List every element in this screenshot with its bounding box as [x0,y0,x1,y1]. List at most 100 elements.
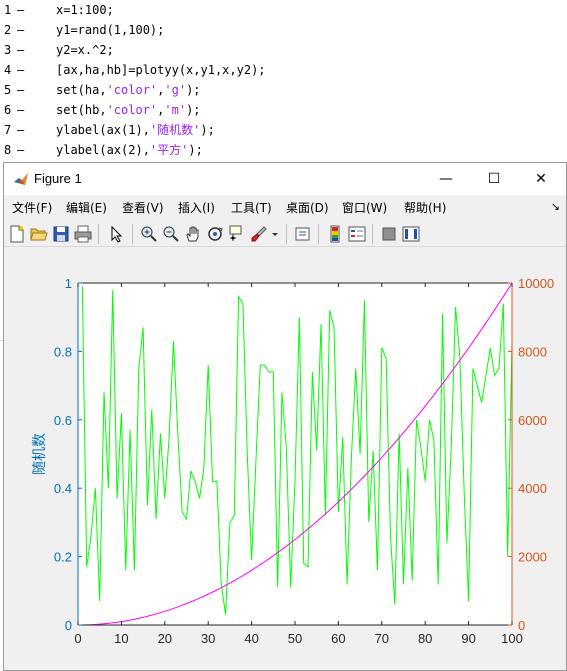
matlab-logo-icon [14,173,28,185]
toolbar-separator [372,224,373,244]
code-line[interactable]: 5– set(ha,'color','g'); [0,80,567,100]
left-y-tick-label: 1 [65,276,72,291]
figure-window[interactable]: Figure 1 — ☐ ✕ 文件(F) 编辑(E) 查看(V) 插入(I) 工… [3,162,567,671]
minimize-icon: — [439,171,453,187]
line-dash-marker: – [17,143,25,157]
toolbar-separator [318,224,319,244]
x-tick-label: 40 [244,631,258,646]
legend-icon[interactable] [348,225,366,243]
code-line[interactable]: 2– y1=rand(1,100); [0,20,567,40]
save-icon[interactable] [52,225,70,243]
select-arrow-icon[interactable] [108,225,126,243]
line-dash-marker: – [17,83,25,97]
menu-edit[interactable]: 编辑(E) [66,199,107,216]
code-line[interactable]: 4– [ax,ha,hb]=plotyy(x,y1,x,y2); [0,60,567,80]
toolbar-separator [132,224,133,244]
new-figure-icon[interactable] [8,225,26,243]
menu-view[interactable]: 查看(V) [122,199,164,216]
x-tick-label: 30 [201,631,215,646]
x-tick-label: 80 [418,631,432,646]
line-dash-marker: – [17,3,25,17]
line-dash-marker: – [17,123,25,137]
maximize-icon: ☐ [487,171,501,187]
left-y-tick-label: 0.6 [54,413,72,428]
x-tick-label: 0 [74,631,81,646]
open-file-icon[interactable] [30,225,48,243]
brush-icon[interactable] [250,225,268,243]
colorbar-icon[interactable] [326,225,344,243]
rotate-3d-icon[interactable] [206,225,224,243]
code-line[interactable]: 8– ylabel(ax(2),'平方'); [0,140,567,160]
code-line[interactable]: 7– ylabel(ax(1),'随机数'); [0,120,567,140]
window-title: Figure 1 [34,171,82,186]
line-number: 4 [4,63,12,77]
line-number: 6 [4,103,12,117]
right-y-tick-label: 2000 [518,550,547,565]
right-y-tick-label: 4000 [518,481,547,496]
left-y-tick-label: 0.8 [54,344,72,359]
pan-hand-icon[interactable] [184,225,202,243]
menu-overflow-icon[interactable]: ↘ [551,200,560,213]
right-y-tick-label: 10000 [518,276,554,291]
line-number: 7 [4,123,12,137]
x-tick-label: 60 [331,631,345,646]
code-text: x=1:100; [56,3,114,17]
line-dash-marker: – [17,43,25,57]
line-number: 5 [4,83,12,97]
right-y-tick-label: 0 [518,618,525,633]
menu-desktop[interactable]: 桌面(D) [286,199,329,216]
close-button[interactable]: ✕ [518,163,564,195]
code-text: ylabel(ax(1),'随机数'); [56,123,215,137]
toolbar-separator [98,224,99,244]
line-number: 2 [4,23,12,37]
line-dash-marker: – [17,23,25,37]
code-text: [ax,ha,hb]=plotyy(x,y1,x,y2); [56,63,266,77]
maximize-button[interactable]: ☐ [471,163,517,195]
close-icon: ✕ [535,171,547,187]
show-plot-tools-icon[interactable] [402,225,420,243]
code-text: set(ha,'color','g'); [56,83,201,97]
code-text: set(hb,'color','m'); [56,103,201,117]
right-y-tick-label: 6000 [518,413,547,428]
code-line[interactable]: 3– y2=x.^2; [0,40,567,60]
menu-window[interactable]: 窗口(W) [342,199,387,216]
data-cursor-icon[interactable] [228,225,246,243]
code-line[interactable]: 6– set(hb,'color','m'); [0,100,567,120]
zoom-in-icon[interactable] [140,225,158,243]
line-number: 3 [4,43,12,57]
left-y-axis-label: 随机数 [32,433,48,475]
brush-dropdown-icon[interactable] [270,225,280,243]
right-y-tick-label: 8000 [518,344,547,359]
code-text: y2=x.^2; [56,43,114,57]
left-y-tick-label: 0.2 [54,550,72,565]
zoom-out-icon[interactable] [162,225,180,243]
menu-bar: 文件(F) 编辑(E) 查看(V) 插入(I) 工具(T) 桌面(D) 窗口(W… [4,195,566,219]
left-y-tick-label: 0 [65,618,72,633]
menu-help[interactable]: 帮助(H) [404,199,446,216]
x-tick-label: 20 [158,631,172,646]
plot-area[interactable]: 0 10 20 30 40 50 60 70 80 90 100 0 0.2 0.4 0.6 0.8 1 0 200… [4,248,566,670]
code-text: y1=rand(1,100); [56,23,165,37]
title-bar[interactable]: Figure 1 — ☐ ✕ [4,163,566,195]
menu-file[interactable]: 文件(F) [12,199,52,216]
x-tick-label: 100 [501,631,523,646]
x-tick-label: 10 [114,631,128,646]
line-dash-marker: – [17,63,25,77]
toolbar-separator [286,224,287,244]
menu-tools[interactable]: 工具(T) [231,199,272,216]
hide-plot-tools-icon[interactable] [380,225,398,243]
left-y-tick-label: 0.4 [54,481,72,496]
plotyy-chart[interactable]: 0 10 20 30 40 50 60 70 80 90 10000.20.40.60.810200… [4,248,566,670]
line-number: 8 [4,143,12,157]
x-tick-label: 90 [461,631,475,646]
link-plot-icon[interactable] [294,225,312,243]
line-number: 1 [4,3,12,17]
print-icon[interactable] [74,225,92,243]
x-tick-label: 50 [288,631,302,646]
menu-insert[interactable]: 插入(I) [178,199,215,216]
x-tick-label: 70 [375,631,389,646]
line-dash-marker: – [17,103,25,117]
code-line[interactable]: 1– x=1:100; [0,0,567,20]
figure-toolbar [4,219,566,247]
minimize-button[interactable]: — [423,163,469,195]
